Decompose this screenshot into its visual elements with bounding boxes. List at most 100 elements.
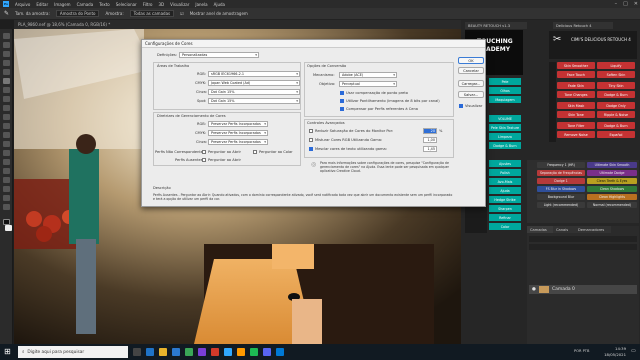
beauty-button-polish[interactable]: Polish	[489, 169, 521, 176]
store-icon[interactable]	[276, 348, 284, 356]
tab-canais[interactable]: Canais	[553, 226, 575, 233]
dr-button-6[interactable]: Tone Changes	[557, 91, 595, 98]
save-button[interactable]: Salvar...	[458, 91, 484, 98]
menu-janela[interactable]: Janela	[195, 2, 207, 7]
beauty-button-dodge-burn[interactable]: Dodge & Burn	[489, 142, 521, 149]
layer-row[interactable]: ● Camada 0	[529, 285, 637, 294]
ok-button[interactable]: OK	[458, 57, 484, 64]
action-left-1[interactable]: Separação de Frequências	[537, 170, 585, 176]
spotify-icon[interactable]	[250, 348, 258, 356]
beauty-button-hedge[interactable]: Hedge Strike	[489, 196, 521, 203]
document-tab[interactable]: PLA_9860.nef @ 18,6% (Camada 0, RGB/16) …	[14, 20, 534, 29]
dr-button-10[interactable]: Skin Tone	[557, 111, 595, 118]
beauty-button-limpeza[interactable]: Limpeza	[489, 133, 521, 140]
ws-cmyk-select[interactable]: Japan Web Coated (Ad)	[208, 80, 300, 86]
desaturate-input[interactable]: 20	[423, 128, 437, 134]
menu-imagem[interactable]: Imagem	[54, 2, 70, 7]
background-color-swatch[interactable]	[5, 225, 12, 231]
task-view-icon[interactable]	[133, 348, 141, 356]
ws-gray-select[interactable]: Dot Gain 15%	[208, 89, 300, 95]
dr-button-13[interactable]: Dodge & Burn	[597, 122, 635, 129]
blend-gamma-checkbox[interactable]	[309, 138, 313, 142]
edge-icon[interactable]	[146, 348, 154, 356]
hand-tool-icon[interactable]	[3, 195, 10, 201]
menu-arquivo[interactable]: Arquivo	[15, 2, 30, 7]
maximize-icon[interactable]: □	[623, 1, 628, 7]
beauty-button-color[interactable]: Color	[489, 223, 521, 230]
pen-tool-icon[interactable]	[3, 159, 10, 165]
dr-button-4[interactable]: Fade Skin	[557, 82, 595, 89]
action-left-3[interactable]: FS Blur in Shadows	[537, 186, 585, 192]
beauty-button-maquiagem[interactable]: Maquiagem	[489, 96, 521, 103]
eye-icon[interactable]: ●	[532, 287, 536, 292]
menu-filtro[interactable]: Filtro	[143, 2, 153, 7]
language-indicator[interactable]: POR PTB	[574, 349, 589, 353]
history-brush-icon[interactable]	[3, 114, 10, 120]
dr-button-9[interactable]: Dodge Only	[597, 102, 635, 109]
crop-tool-icon[interactable]	[3, 69, 10, 75]
action-right-5[interactable]: Normal (recommended)	[587, 202, 637, 208]
engine-select[interactable]: Adobe (ACE)	[339, 72, 397, 78]
tab-demarcadores[interactable]: Demarcadores	[575, 226, 611, 233]
ask-paste-checkbox[interactable]	[253, 150, 257, 154]
dr-button-0[interactable]: Skin Smoother	[557, 62, 595, 69]
bpc-checkbox[interactable]	[340, 91, 344, 95]
tab-camadas[interactable]: Camadas	[527, 226, 553, 233]
blend-mode-select[interactable]	[529, 244, 637, 250]
action-right-0[interactable]: Ultimate Skin Smooth	[587, 162, 637, 168]
menu-selecionar[interactable]: Selecionar	[116, 2, 137, 7]
beauty-button-pele[interactable]: Pele	[489, 78, 521, 85]
file-explorer-icon[interactable]	[159, 348, 167, 356]
discord-icon[interactable]	[263, 348, 271, 356]
eyedropper-tool-icon[interactable]: ✎	[4, 10, 9, 17]
scene-compensate-checkbox[interactable]	[340, 107, 344, 111]
ask-open-checkbox[interactable]	[202, 150, 206, 154]
intent-select[interactable]: Perceptual	[339, 81, 397, 87]
cancel-button[interactable]: Cancelar	[458, 67, 484, 74]
path-select-icon[interactable]	[3, 177, 10, 183]
dither-checkbox[interactable]	[340, 99, 344, 103]
minimize-icon[interactable]: –	[615, 1, 618, 7]
chrome-icon[interactable]	[185, 348, 193, 356]
photoshop-taskbar-icon[interactable]	[224, 348, 232, 356]
blend-gamma-input[interactable]: 1,00	[423, 137, 437, 143]
pol-cmyk-select[interactable]: Preservar Perfis Incorporados	[208, 130, 268, 136]
definicoes-select[interactable]: Personalizadas	[179, 52, 259, 58]
dr-button-12[interactable]: Tone Filter	[557, 122, 595, 129]
dr-button-2[interactable]: Face Touch	[557, 71, 595, 78]
action-right-1[interactable]: Ultimate Dodge	[587, 170, 637, 176]
pol-gray-select[interactable]: Preservar Perfis Incorporados	[208, 139, 268, 145]
dodge-tool-icon[interactable]	[3, 150, 10, 156]
delicious-retouch-tab[interactable]: Delicious Retouch 4	[553, 22, 613, 29]
healing-brush-icon[interactable]	[3, 87, 10, 93]
preview-checkbox[interactable]	[459, 104, 463, 108]
lasso-tool-icon[interactable]	[3, 51, 10, 57]
acrobat-icon[interactable]	[211, 348, 219, 356]
beauty-button-volume[interactable]: VOLUME	[489, 115, 521, 122]
dr-button-14[interactable]: Remove Noise	[557, 131, 595, 138]
marquee-tool-icon[interactable]	[3, 42, 10, 48]
dr-button-3[interactable]: Soften Skin	[597, 71, 635, 78]
show-ring-checkbox[interactable]: ☑	[180, 11, 184, 16]
pol-rgb-select[interactable]: Preservar Perfis Incorporados	[208, 121, 268, 127]
taskbar-clock[interactable]: 14:39 18/05/2021	[604, 346, 626, 357]
beauty-button-sharpen[interactable]: Sharpen	[489, 205, 521, 212]
beauty-button-ajuda[interactable]: Ajuda	[489, 187, 521, 194]
illustrator-icon[interactable]	[237, 348, 245, 356]
clone-stamp-icon[interactable]	[3, 105, 10, 111]
eyedropper-tool-icon[interactable]	[3, 78, 10, 84]
type-tool-icon[interactable]	[3, 168, 10, 174]
windows-start-icon[interactable]: ⊞	[4, 347, 11, 356]
menu-3d[interactable]: 3D	[159, 2, 165, 7]
ws-spot-select[interactable]: Dot Gain 15%	[208, 98, 300, 104]
dr-button-5[interactable]: Tiny Skin	[597, 82, 635, 89]
dr-button-1[interactable]: Liquify	[597, 62, 635, 69]
menu-visualizar[interactable]: Visualizar	[170, 2, 189, 7]
taskbar-search[interactable]: ⌕ Digite aqui para pesquisar	[18, 346, 128, 358]
blur-tool-icon[interactable]	[3, 141, 10, 147]
move-tool-icon[interactable]	[3, 33, 10, 39]
sample-layers-select[interactable]: Todas as camadas	[129, 10, 175, 17]
menu-camada[interactable]: Camada	[77, 2, 94, 7]
action-right-3[interactable]: Clean Shadows	[587, 186, 637, 192]
text-gamma-input[interactable]: 1,45	[423, 146, 437, 152]
